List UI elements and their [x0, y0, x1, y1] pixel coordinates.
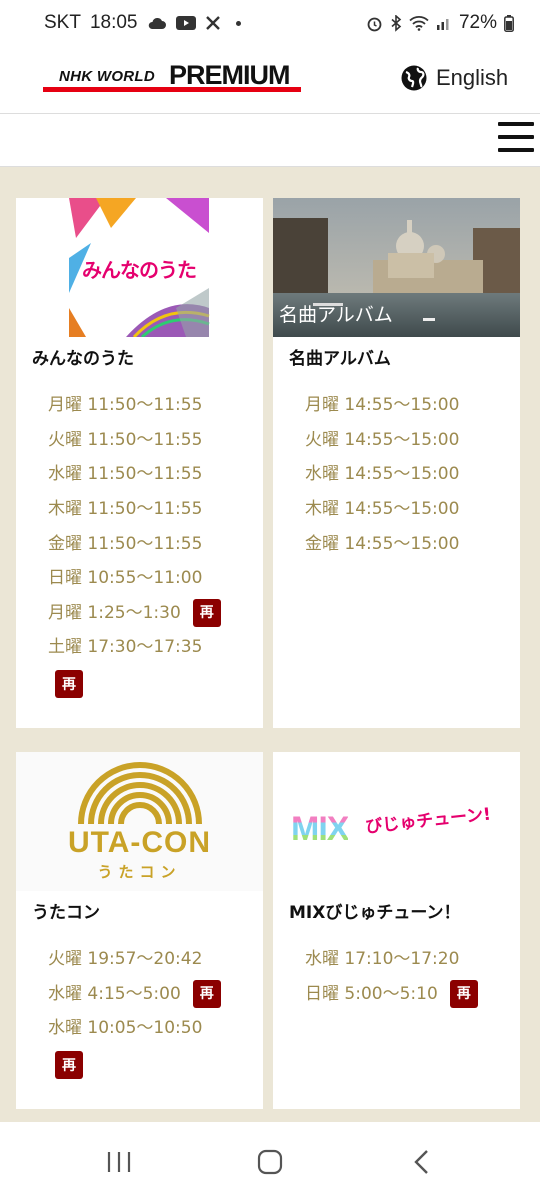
- clock: 18:05: [89, 12, 138, 33]
- schedule-item: 木曜 11:50〜11:55: [48, 499, 203, 520]
- globe-icon: [401, 65, 427, 91]
- program-title[interactable]: みんなのうた: [32, 344, 134, 369]
- schedule-item: 水曜 17:10〜17:20: [305, 949, 460, 970]
- language-switch[interactable]: English: [400, 64, 508, 92]
- recent-apps-icon[interactable]: [106, 1150, 132, 1174]
- battery-percent: 72%: [458, 12, 497, 33]
- x-icon: [205, 16, 220, 30]
- rerun-badge: 再: [55, 669, 83, 698]
- program-title[interactable]: うたコン: [32, 898, 100, 923]
- cloud-icon: [148, 17, 166, 29]
- wifi-icon: [409, 16, 429, 31]
- rerun-badge: 再: [192, 598, 221, 627]
- schedule-item: 水曜 14:55〜15:00: [305, 464, 460, 485]
- logo-underline: [43, 87, 301, 92]
- system-navigation-bar: [0, 1122, 540, 1199]
- thumbnail-subcaption: びじゅチューン!: [364, 804, 492, 838]
- signal-icon: [436, 19, 449, 30]
- rerun-badge: 再: [449, 979, 478, 1008]
- site-header: NHK WORLD PREMIUM English: [0, 46, 540, 114]
- logo-prefix: NHK WORLD: [59, 68, 156, 85]
- youtube-icon: [175, 16, 196, 30]
- schedule-item: 金曜 14:55〜15:00: [305, 533, 460, 554]
- schedule-item: 水曜 4:15〜5:00 再: [48, 977, 221, 1012]
- battery-icon: [504, 14, 514, 32]
- schedule-item: 月曜 1:25〜1:30 再: [48, 596, 221, 631]
- program-thumbnail[interactable]: UTA-CON うたコン: [16, 752, 263, 891]
- schedule-item: 火曜 19:57〜20:42: [48, 949, 203, 970]
- schedule-list: 月曜 11:50〜11:55 火曜 11:50〜11:55 水曜 11:50〜1…: [48, 388, 221, 703]
- schedule-item: 水曜 11:50〜11:55: [48, 464, 203, 485]
- thumbnail-subcaption: うたコン: [97, 863, 182, 881]
- thumbnail-caption: みんなのうた: [82, 258, 197, 282]
- schedule-list: 水曜 17:10〜17:20 日曜 5:00〜5:10 再: [305, 942, 478, 1011]
- schedule-item: 木曜 14:55〜15:00: [305, 499, 460, 520]
- thumbnail-caption: UTA-CON: [67, 826, 212, 859]
- schedule-item: 月曜 14:55〜15:00: [305, 395, 460, 416]
- program-card-minna-no-uta[interactable]: みんなのうた みんなのうた 月曜 11:50〜11:55 火曜 11:50〜11…: [16, 198, 263, 728]
- thumbnail-caption: 名曲アルバム: [279, 304, 393, 326]
- program-thumbnail[interactable]: 名曲アルバム: [273, 198, 520, 337]
- program-title[interactable]: MIXびじゅチューン！: [289, 898, 461, 923]
- bluetooth-icon: [391, 14, 402, 32]
- schedule-item: 水曜 10:05〜10:50: [48, 1018, 203, 1039]
- schedule-list: 火曜 19:57〜20:42 水曜 4:15〜5:00 再 水曜 10:05〜10…: [48, 942, 221, 1084]
- nav-bar: [0, 114, 540, 167]
- alarm-icon: [367, 17, 382, 31]
- schedule-item: 金曜 11:50〜11:55: [48, 533, 203, 554]
- schedule-item: 土曜 17:30〜17:35: [48, 637, 203, 658]
- program-card-uta-con[interactable]: UTA-CON うたコン うたコン 火曜 19:57〜20:42 水曜 4:15…: [16, 752, 263, 1109]
- schedule-item: 火曜 11:50〜11:55: [48, 429, 203, 450]
- program-thumbnail[interactable]: みんなのうた: [16, 198, 263, 337]
- schedule-item: 日曜 10:55〜11:00: [48, 568, 203, 589]
- rerun-badge: 再: [192, 979, 221, 1008]
- menu-icon[interactable]: [498, 122, 534, 154]
- carrier-label: SKT: [44, 12, 81, 33]
- home-icon[interactable]: [257, 1149, 283, 1175]
- schedule-item: 月曜 11:50〜11:55: [48, 395, 203, 416]
- program-thumbnail[interactable]: MIX びじゅチューン!: [273, 752, 520, 891]
- rerun-badge: 再: [55, 1050, 83, 1079]
- program-title[interactable]: 名曲アルバム: [289, 344, 391, 369]
- notification-dot: [235, 20, 241, 26]
- schedule-item: 日曜 5:00〜5:10 再: [305, 977, 478, 1012]
- schedule-item: 火曜 14:55〜15:00: [305, 429, 460, 450]
- nhk-world-premium-logo[interactable]: NHK WORLD PREMIUM: [43, 60, 301, 92]
- thumbnail-caption: MIX: [291, 810, 349, 848]
- language-label: English: [436, 65, 509, 90]
- status-bar: SKT 18:05 72%: [0, 0, 540, 46]
- program-card-meikyoku-album[interactable]: 名曲アルバム 名曲アルバム 月曜 14:55〜15:00 火曜 14:55〜15…: [273, 198, 520, 728]
- back-icon[interactable]: [412, 1149, 430, 1175]
- program-card-mix-bijutune[interactable]: MIX びじゅチューン! MIXびじゅチューン！ 水曜 17:10〜17:20 …: [273, 752, 520, 1109]
- schedule-list: 月曜 14:55〜15:00 火曜 14:55〜15:00 水曜 14:55〜1…: [305, 388, 459, 561]
